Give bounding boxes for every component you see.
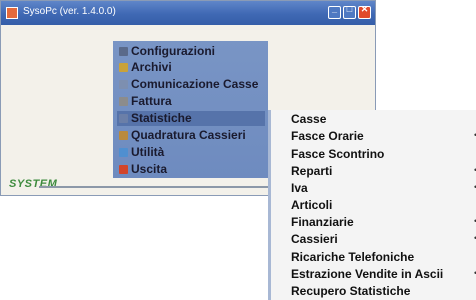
menu-item-label: Quadratura Cassieri [131, 128, 246, 142]
menu-item-label: Fattura [131, 94, 172, 108]
menu-item-archivi[interactable]: Archivi [117, 60, 265, 75]
minimize-button[interactable]: _ [328, 4, 341, 19]
main-menu: Configurazioni Archivi Comunicazione Cas… [113, 41, 268, 178]
submenu-item-fasce-scontrino[interactable]: Fasce Scontrino [291, 146, 384, 162]
submenu-item-iva[interactable]: Iva [291, 180, 308, 196]
menu-item-quadratura-cassieri[interactable]: Quadratura Cassieri [117, 128, 265, 143]
submenu-item-articoli[interactable]: Articoli [291, 197, 332, 213]
submenu-item-reparti[interactable]: Reparti [291, 163, 332, 179]
menu-item-label: Utilità [131, 145, 165, 159]
printer-icon [119, 97, 128, 106]
submenu-item-cassieri[interactable]: Cassieri [291, 231, 338, 247]
network-icon [119, 80, 128, 89]
menu-item-configurazioni[interactable]: Configurazioni [117, 44, 265, 59]
submenu-item-finanziarie[interactable]: Finanziarie [291, 214, 354, 230]
menu-item-comunicazione-casse[interactable]: Comunicazione Casse [117, 77, 265, 92]
wrench-icon [119, 47, 128, 56]
tools-icon [119, 148, 128, 157]
menu-item-uscita[interactable]: Uscita [117, 162, 265, 177]
app-icon [6, 7, 18, 19]
exit-icon [119, 165, 128, 174]
menu-item-label: Configurazioni [131, 44, 215, 58]
chart-icon [119, 114, 128, 123]
title-bar[interactable]: SysoPc (ver. 1.4.0.0) _ □ ✕ [1, 1, 375, 25]
menu-item-label: Comunicazione Casse [131, 77, 259, 91]
menu-item-label: Archivi [131, 60, 172, 74]
window-title: SysoPc (ver. 1.4.0.0) [23, 6, 116, 17]
submenu-item-casse[interactable]: Casse [291, 111, 326, 127]
submenu-item-fasce-orarie[interactable]: Fasce Orarie [291, 128, 364, 144]
menu-item-utilita[interactable]: Utilità [117, 145, 265, 160]
minimize-icon: _ [331, 4, 337, 14]
submenu-item-estrazione-vendite[interactable]: Estrazione Vendite in Ascii [291, 266, 443, 282]
close-button[interactable]: ✕ [358, 4, 371, 19]
statistiche-submenu: Casse Fasce Orarie • Fasce Scontrino Rep… [268, 110, 476, 300]
folder-icon [119, 63, 128, 72]
menu-item-label: Uscita [131, 162, 168, 176]
close-icon: ✕ [360, 4, 369, 14]
menu-item-label: Statistiche [131, 111, 192, 125]
menu-item-statistiche[interactable]: Statistiche [117, 111, 265, 126]
calculator-icon [119, 131, 128, 140]
maximize-icon: □ [346, 4, 353, 14]
menu-item-fattura[interactable]: Fattura [117, 94, 265, 109]
brand-logo: SYSTEM [9, 178, 58, 190]
submenu-item-ricariche-telefoniche[interactable]: Ricariche Telefoniche [291, 249, 414, 265]
maximize-button[interactable]: □ [343, 4, 356, 19]
